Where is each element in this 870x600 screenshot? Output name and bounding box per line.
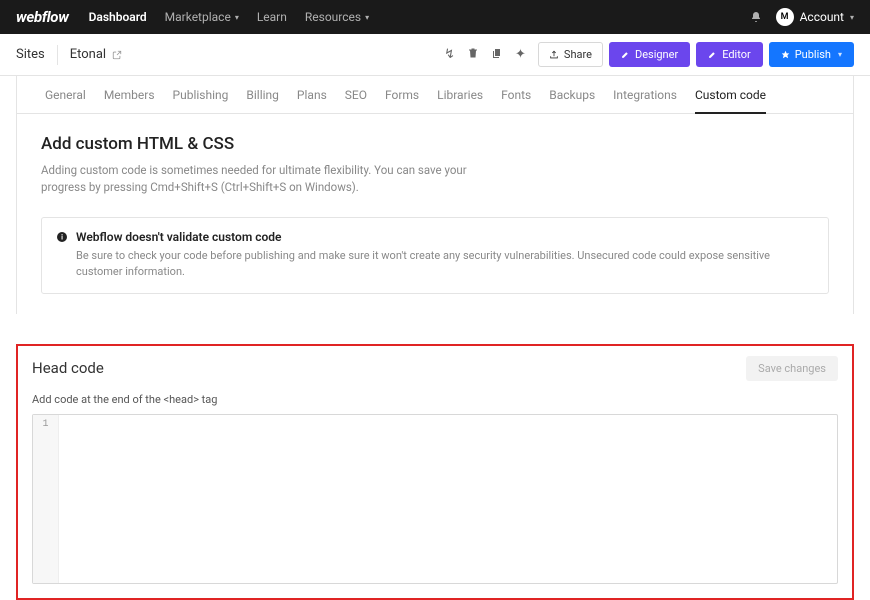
trash-icon[interactable] (467, 47, 479, 63)
nav-learn[interactable]: Learn (257, 10, 287, 24)
tab-forms[interactable]: Forms (385, 88, 419, 113)
account-label: Account (800, 10, 844, 24)
code-input[interactable] (59, 415, 837, 583)
rocket-icon (781, 50, 790, 59)
svg-text:i: i (61, 233, 63, 241)
nav-resources-label: Resources (305, 10, 361, 24)
chevron-down-icon: ▾ (850, 13, 854, 22)
copy-icon[interactable] (491, 47, 503, 63)
tab-seo[interactable]: SEO (345, 88, 367, 113)
site-name[interactable]: Etonal (70, 47, 122, 62)
share-label: Share (564, 48, 592, 61)
audit-icon[interactable]: ↯ (444, 47, 455, 62)
alert-body: Be sure to check your code before publis… (56, 248, 814, 281)
line-gutter: 1 (33, 415, 59, 583)
nav-resources[interactable]: Resources ▾ (305, 10, 369, 24)
divider (57, 45, 58, 65)
sites-link[interactable]: Sites (16, 47, 45, 62)
account-menu[interactable]: M Account ▾ (776, 8, 854, 26)
share-button[interactable]: Share (538, 42, 603, 67)
tab-publishing[interactable]: Publishing (173, 88, 229, 113)
site-name-label: Etonal (70, 47, 106, 62)
avatar: M (776, 8, 794, 26)
editor-button[interactable]: Editor (696, 42, 763, 67)
tab-plans[interactable]: Plans (297, 88, 327, 113)
pencil-icon (621, 50, 630, 59)
chevron-down-icon: ▾ (838, 50, 842, 59)
publish-button[interactable]: Publish ▾ (769, 42, 854, 67)
nav-dashboard[interactable]: Dashboard (89, 10, 147, 24)
nav-marketplace-label: Marketplace (165, 10, 231, 24)
head-code-title: Head code (32, 359, 104, 377)
nav-marketplace[interactable]: Marketplace ▾ (165, 10, 239, 24)
save-changes-button[interactable]: Save changes (746, 356, 838, 381)
page-description: Adding custom code is sometimes needed f… (41, 162, 481, 197)
settings-tabs: General Members Publishing Billing Plans SEO F… (17, 76, 853, 114)
tab-custom-code[interactable]: Custom code (695, 88, 766, 114)
info-icon: i (56, 231, 68, 243)
page-title: Add custom HTML & CSS (41, 134, 829, 154)
editor-label: Editor (722, 48, 751, 61)
tab-members[interactable]: Members (104, 88, 155, 113)
tab-billing[interactable]: Billing (246, 88, 279, 113)
tab-backups[interactable]: Backups (549, 88, 595, 113)
head-code-section: Head code Save changes Add code at the e… (16, 344, 854, 600)
code-editor[interactable]: 1 (32, 414, 838, 584)
publish-label: Publish (795, 48, 831, 61)
chevron-down-icon: ▾ (235, 13, 239, 22)
external-link-icon (112, 50, 122, 60)
tab-general[interactable]: General (45, 88, 86, 113)
chevron-down-icon: ▾ (365, 13, 369, 22)
tab-integrations[interactable]: Integrations (613, 88, 677, 113)
pencil-icon (708, 50, 717, 59)
sparkle-icon[interactable]: ✦ (515, 47, 526, 62)
bell-icon[interactable] (750, 11, 762, 23)
designer-button[interactable]: Designer (609, 42, 690, 67)
tab-fonts[interactable]: Fonts (501, 88, 531, 113)
brand-logo[interactable]: webflow (16, 8, 69, 26)
head-code-label: Add code at the end of the <head> tag (32, 393, 838, 406)
alert-title: Webflow doesn't validate custom code (76, 230, 282, 244)
share-icon (549, 50, 559, 60)
tab-libraries[interactable]: Libraries (437, 88, 483, 113)
alert-box: i Webflow doesn't validate custom code B… (41, 217, 829, 294)
designer-label: Designer (635, 48, 678, 61)
